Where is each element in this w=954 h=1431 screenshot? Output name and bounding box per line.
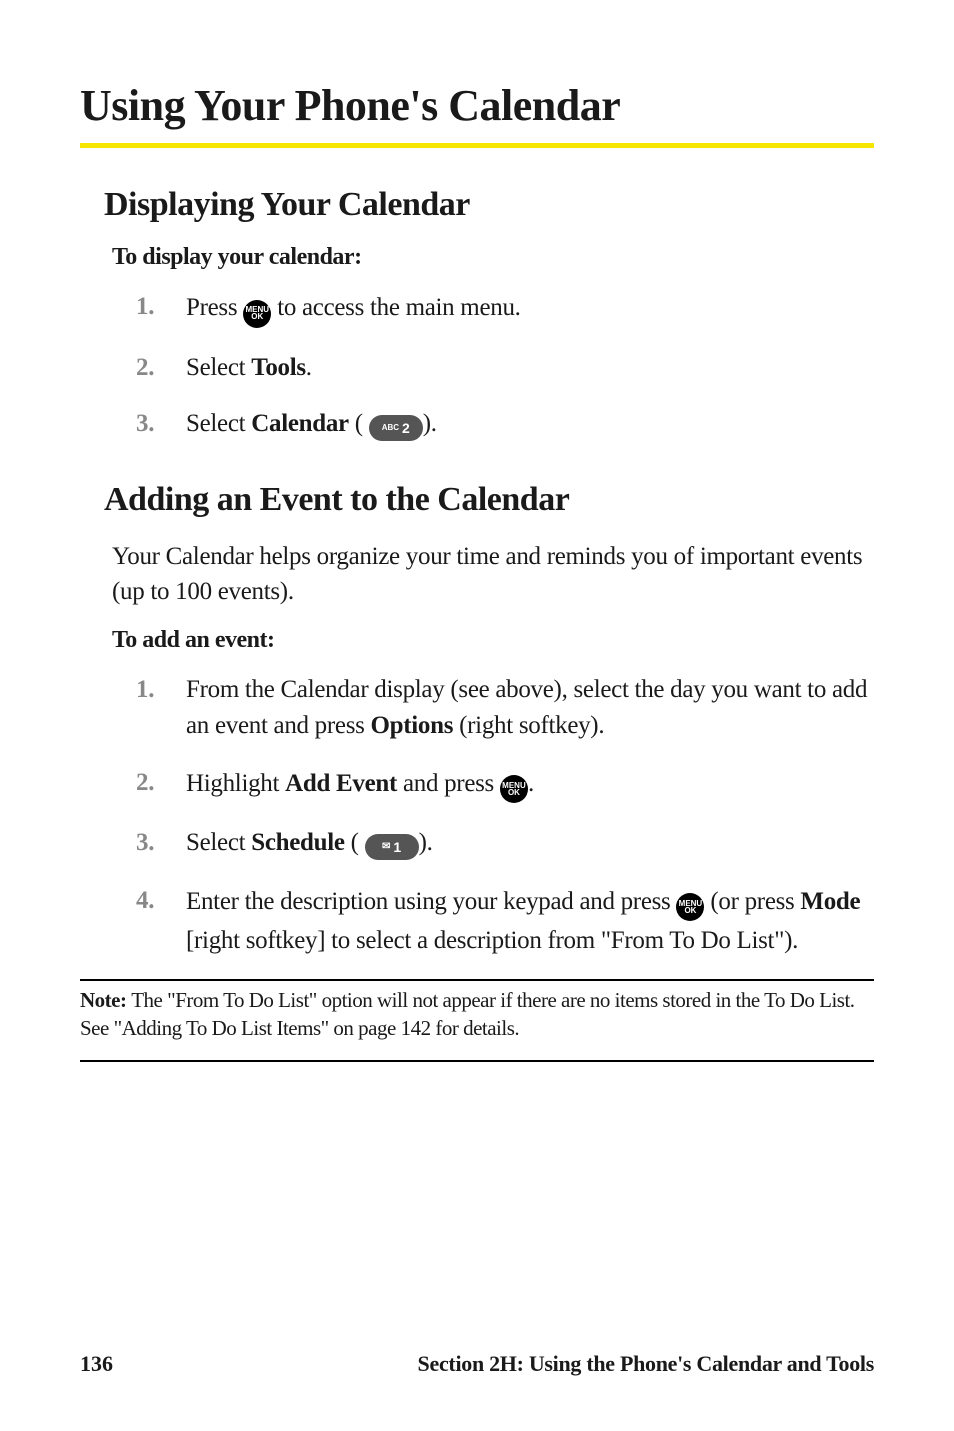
page-number: 136 — [80, 1351, 113, 1377]
intro-paragraph: Your Calendar helps organize your time a… — [112, 539, 874, 609]
icon-main-label: 1 — [393, 840, 401, 854]
step-item: 3. Select Schedule ( ✉ 1 ). — [136, 825, 874, 862]
note-rule-top — [80, 979, 874, 981]
step-body: Select Tools. — [186, 350, 874, 386]
step-text: Highlight — [186, 770, 285, 797]
menu-ok-icon: MENU OK — [676, 881, 704, 922]
step-text: to access the main menu. — [277, 294, 520, 321]
step-body: Select Calendar ( ABC 2 ). — [186, 406, 874, 443]
step-text: Enter the description using your keypad … — [186, 888, 676, 915]
icon-main-label: 2 — [402, 421, 410, 435]
step-text: ( — [345, 829, 359, 856]
heading-displaying-calendar: Displaying Your Calendar — [104, 186, 874, 224]
step-bold: Mode — [800, 888, 860, 915]
footer-section: Section 2H: Using the Phone's Calendar a… — [418, 1351, 874, 1377]
step-number: 3. — [136, 406, 186, 442]
step-item: 1. Press MENU OK to access the main menu… — [136, 289, 874, 330]
icon-label-line2: OK — [508, 789, 520, 797]
step-item: 2. Highlight Add Event and press MENU OK… — [136, 765, 874, 806]
menu-ok-icon: MENU OK — [243, 287, 271, 328]
step-number: 2. — [136, 350, 186, 386]
step-body: Enter the description using your keypad … — [186, 883, 874, 960]
step-text: (or press — [710, 888, 800, 915]
note-block: Note: The "From To Do List" option will … — [80, 987, 874, 1042]
menu-ok-icon: MENU OK — [500, 763, 528, 804]
page-title: Using Your Phone's Calendar — [80, 80, 874, 148]
step-bold: Options — [371, 712, 454, 739]
step-text: Select — [186, 410, 251, 437]
step-item: 1. From the Calendar display (see above)… — [136, 672, 874, 745]
step-item: 2. Select Tools. — [136, 350, 874, 386]
step-text: and press — [397, 770, 500, 797]
step-bold: Calendar — [251, 410, 349, 437]
step-item: 3. Select Calendar ( ABC 2 ). — [136, 406, 874, 443]
lead-to-add: To add an event: — [112, 627, 874, 654]
step-body: Press MENU OK to access the main menu. — [186, 289, 874, 330]
step-text: ( — [349, 410, 363, 437]
note-text: The "From To Do List" option will not ap… — [80, 988, 855, 1039]
step-number: 3. — [136, 825, 186, 861]
icon-sub-label: ABC — [382, 424, 399, 432]
steps-add: 1. From the Calendar display (see above)… — [80, 672, 874, 959]
step-text: Press — [186, 294, 243, 321]
steps-display: 1. Press MENU OK to access the main menu… — [80, 289, 874, 443]
step-bold: Add Event — [285, 770, 397, 797]
step-number: 1. — [136, 672, 186, 708]
note-rule-bottom — [80, 1060, 874, 1062]
step-text: ). — [419, 829, 433, 856]
step-body: Select Schedule ( ✉ 1 ). — [186, 825, 874, 862]
step-text: ). — [423, 410, 437, 437]
step-text: (right softkey). — [453, 712, 604, 739]
step-body: Highlight Add Event and press MENU OK . — [186, 765, 874, 806]
key-env1-icon: ✉ 1 — [365, 824, 419, 860]
step-text: Select — [186, 354, 251, 381]
note-label: Note: — [80, 988, 131, 1012]
icon-label-line2: OK — [251, 313, 263, 321]
step-text: [right softkey] to select a description … — [186, 927, 798, 954]
step-body: From the Calendar display (see above), s… — [186, 672, 874, 745]
heading-adding-event: Adding an Event to the Calendar — [104, 481, 874, 519]
step-item: 4. Enter the description using your keyp… — [136, 883, 874, 960]
envelope-icon: ✉ — [382, 842, 390, 852]
key-abc2-icon: ABC 2 — [369, 405, 423, 441]
step-number: 4. — [136, 883, 186, 919]
step-text: Select — [186, 829, 251, 856]
step-number: 2. — [136, 765, 186, 801]
step-bold: Tools — [251, 354, 306, 381]
lead-to-display: To display your calendar: — [112, 244, 874, 271]
page-footer: 136 Section 2H: Using the Phone's Calend… — [80, 1351, 874, 1377]
step-number: 1. — [136, 289, 186, 325]
step-bold: Schedule — [251, 829, 344, 856]
step-text: . — [528, 770, 534, 797]
icon-label-line2: OK — [684, 907, 696, 915]
step-text: . — [306, 354, 312, 381]
